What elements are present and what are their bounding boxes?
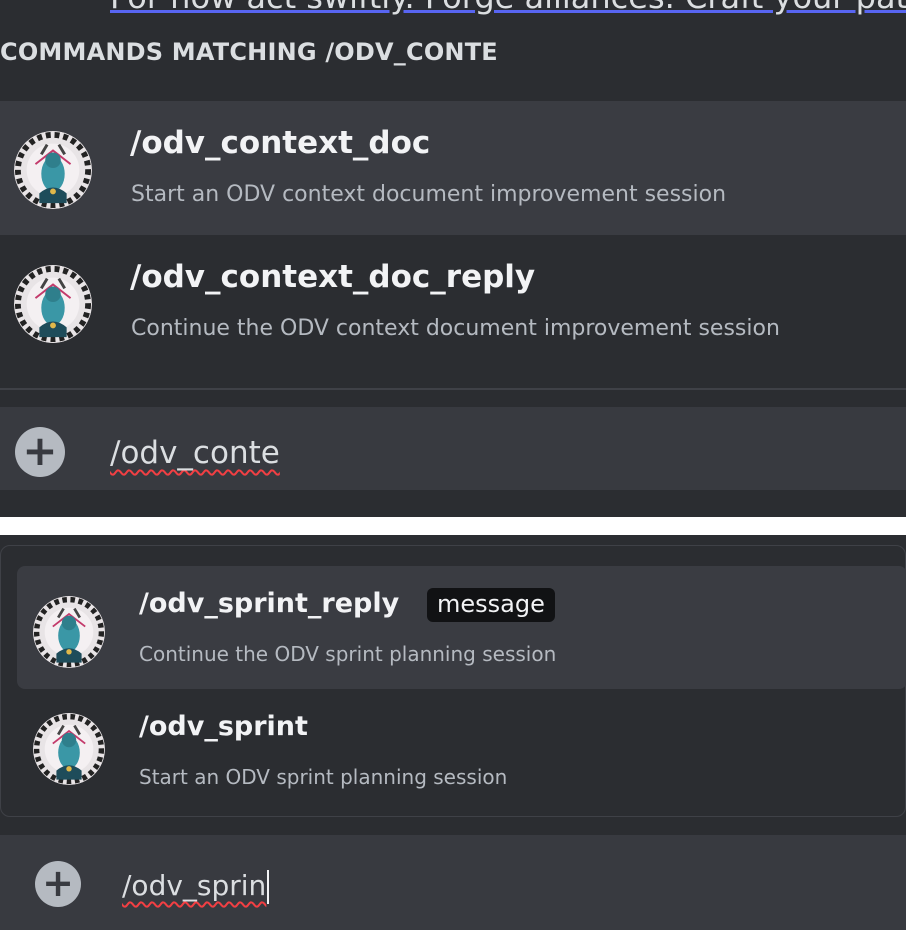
- command-name: /odv_sprint_reply: [139, 588, 400, 619]
- autocomplete-panel-bottom: /odv_sprint_reply message Continue the O…: [0, 535, 906, 930]
- command-name: /odv_context_doc: [130, 125, 431, 161]
- plus-circle-icon[interactable]: +: [35, 861, 81, 907]
- section-header: COMMANDS MATCHING /ODV_CONTE: [0, 38, 498, 66]
- command-name: /odv_sprint: [139, 711, 308, 742]
- text-caret: [267, 870, 270, 904]
- message-input[interactable]: /odv_sprin: [122, 869, 270, 904]
- bot-avatar-icon: [33, 713, 105, 785]
- command-description: Continue the ODV context document improv…: [131, 316, 780, 341]
- message-input-value: /odv_sprin: [122, 869, 267, 902]
- message-input-bar: + /odv_conte: [0, 407, 906, 490]
- plus-circle-icon[interactable]: +: [15, 427, 65, 477]
- command-name: /odv_context_doc_reply: [130, 259, 536, 295]
- option-badge: message: [427, 588, 555, 622]
- message-input-bar: + /odv_sprin: [0, 835, 906, 930]
- command-item-odv-context-doc[interactable]: /odv_context_doc Start an ODV context do…: [0, 101, 906, 235]
- autocomplete-panel-top: For now act swiftly. Forge alliances. Cr…: [0, 0, 906, 517]
- command-item-odv-sprint-reply[interactable]: /odv_sprint_reply message Continue the O…: [17, 566, 906, 689]
- divider: [0, 388, 906, 390]
- command-description: Start an ODV sprint planning session: [139, 765, 508, 789]
- command-description: Continue the ODV sprint planning session: [139, 642, 557, 666]
- chat-message-text: For now act swiftly. Forge alliances. Cr…: [110, 0, 906, 16]
- command-item-odv-sprint[interactable]: /odv_sprint Start an ODV sprint planning…: [17, 691, 906, 806]
- message-input[interactable]: /odv_conte: [110, 435, 280, 471]
- bot-avatar-icon: [33, 596, 105, 668]
- command-list: /odv_sprint_reply message Continue the O…: [0, 545, 906, 817]
- command-item-odv-context-doc-reply[interactable]: /odv_context_doc_reply Continue the ODV …: [0, 235, 906, 385]
- command-description: Start an ODV context document improvemen…: [131, 182, 727, 207]
- bot-avatar-icon: [14, 131, 92, 209]
- bot-avatar-icon: [14, 265, 92, 343]
